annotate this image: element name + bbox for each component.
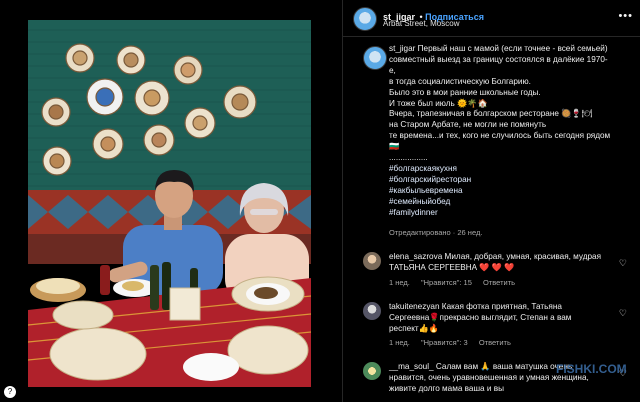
comment-meta: 1 нед. "Нравится": 3 Ответить <box>389 338 520 349</box>
post-side-panel: st_jigar • Подписаться Arbat Street, Mos… <box>342 0 640 402</box>
comment-text: takuitenezyan Какая фотка приятная, Тать… <box>389 302 619 335</box>
watermark: FISHKI.COM <box>556 362 627 376</box>
caption-line: те времена...и тех, кого не случилось бы… <box>389 131 611 141</box>
hashtag-link[interactable]: #болгарскаякухня <box>389 164 629 175</box>
caption-line: е, <box>389 65 396 75</box>
comment-reply-button[interactable]: Ответить <box>483 278 515 287</box>
like-heart-icon[interactable]: ♡ <box>619 308 627 319</box>
comment-item: takuitenezyan Какая фотка приятная, Тать… <box>363 302 633 354</box>
photo-panel: ? <box>0 0 342 402</box>
caption-line: ................. <box>389 153 428 163</box>
edited-timestamp: Отредактировано · 26 нед. <box>389 228 483 237</box>
comment-line: elena_sazrova Милая, добрая, умная, крас… <box>389 252 602 261</box>
hashtag-link[interactable]: #какбыльевремена <box>389 186 629 197</box>
post-caption: st_jigar Первый наш с мамой (если точнее… <box>389 44 629 219</box>
caption-line: Вчера, трапезничая в болгарском ресторан… <box>389 109 592 119</box>
comment-line: респект👍🔥 <box>389 323 440 333</box>
more-options-icon[interactable]: ••• <box>618 10 633 22</box>
hashtag-link[interactable]: #болгарскийресторан <box>389 175 629 186</box>
caption-line: совместный выезд за границу состоялся в … <box>389 54 608 64</box>
hashtag-link[interactable]: #семейныйобед <box>389 197 629 208</box>
caption-line: 🇧🇬 <box>389 142 400 152</box>
comment-text: elena_sazrova Милая, добрая, умная, крас… <box>389 252 619 274</box>
commenter-avatar[interactable] <box>363 302 381 320</box>
comment-reply-button[interactable]: Ответить <box>479 338 511 347</box>
caption-line: И тоже был июль 🌞🌴🏠 <box>389 98 488 108</box>
comment-item: elena_sazrova Милая, добрая, умная, крас… <box>363 252 633 292</box>
caption-line: st_jigar Первый наш с мамой (если точнее… <box>389 44 608 53</box>
caption-line: в тогда социалистическую Болгарию. <box>389 76 531 86</box>
comment-line: Сергеевна🌹прекрасно выглядит, Степан а в… <box>389 312 572 322</box>
post-header: st_jigar • Подписаться Arbat Street, Mos… <box>343 0 640 37</box>
caption-line: на Старом Арбате, не могли не помянуть <box>389 120 547 130</box>
post-location[interactable]: Arbat Street, Moscow <box>383 19 459 28</box>
commenter-avatar[interactable] <box>363 362 381 380</box>
comment-meta: 1 нед. "Нравится": 15 Ответить <box>389 278 524 289</box>
comment-age: 1 нед. <box>389 338 410 347</box>
comment-age: 1 нед. <box>389 278 410 287</box>
hashtag-link[interactable]: #familydinner <box>389 208 629 219</box>
author-avatar[interactable] <box>353 7 377 31</box>
comment-likes[interactable]: "Нравится": 3 <box>421 338 468 347</box>
caption-avatar[interactable] <box>363 46 387 70</box>
help-icon[interactable]: ? <box>4 386 16 398</box>
like-heart-icon[interactable]: ♡ <box>619 258 627 269</box>
commenter-avatar[interactable] <box>363 252 381 270</box>
caption-line: Было это в мои ранние школьные годы. <box>389 87 541 97</box>
restaurant-photo-image <box>28 20 311 387</box>
comment-line: takuitenezyan Какая фотка приятная, Тать… <box>389 302 562 311</box>
comment-likes[interactable]: "Нравится": 15 <box>421 278 472 287</box>
post-photo[interactable] <box>28 20 311 387</box>
comment-line: ТАТЬЯНА СЕРГЕЕВНА ❤️ ❤️ ❤️ <box>389 262 515 272</box>
comment-line: живите долго мама ваша и вы <box>389 383 504 393</box>
